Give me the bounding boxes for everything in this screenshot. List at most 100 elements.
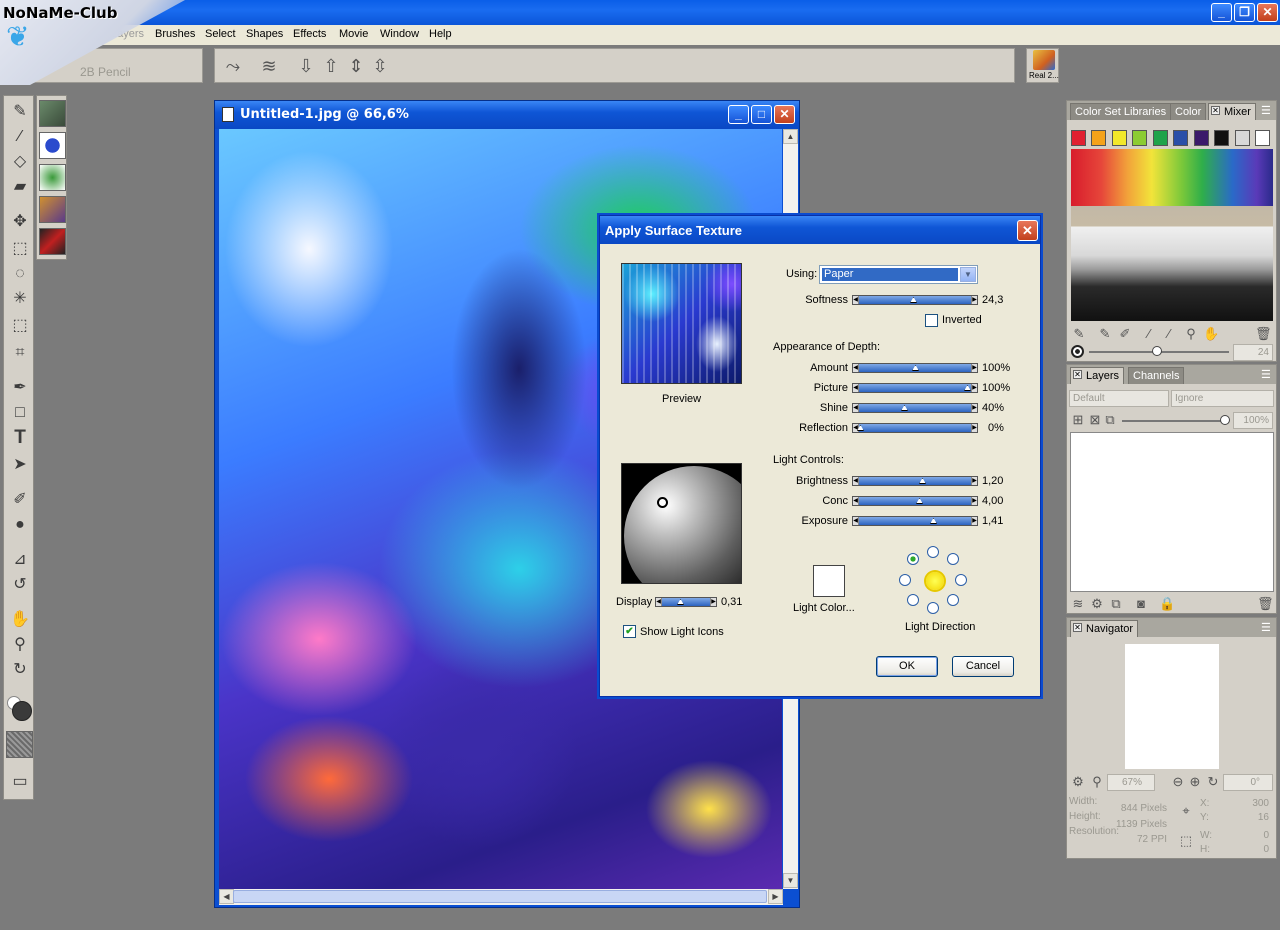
paper-selector[interactable]	[6, 731, 33, 758]
paper-library-selector[interactable]	[39, 100, 66, 127]
layer-adjuster-icon[interactable]: ✥	[9, 211, 31, 233]
slider-left-arrow-icon[interactable]: ◀	[853, 477, 859, 485]
menu-shapes[interactable]: Shapes	[246, 28, 283, 40]
rotate-icon[interactable]: ↻	[1205, 774, 1221, 790]
weaving-selector[interactable]	[39, 196, 66, 223]
cancel-button[interactable]: Cancel	[952, 656, 1014, 677]
slider-left-arrow-icon[interactable]: ◀	[853, 364, 859, 372]
clear-trash-icon[interactable]: 🗑	[1255, 326, 1272, 342]
lock-layer-icon[interactable]: ⧉	[1102, 412, 1118, 428]
sample-color-icon[interactable]: ⁄	[1141, 326, 1157, 342]
menu-select[interactable]: Select	[205, 28, 236, 40]
light-dir-ne[interactable]	[947, 553, 959, 565]
mixer-swatch[interactable]	[1255, 130, 1270, 146]
close-button[interactable]: ✕	[1257, 3, 1278, 22]
slider-right-arrow-icon[interactable]: ▶	[971, 404, 977, 412]
delete-layer-icon[interactable]: 🗑	[1257, 596, 1274, 612]
doc-maximize-button[interactable]: □	[751, 105, 772, 124]
pattern-selector[interactable]	[39, 164, 66, 191]
drop-all-icon[interactable]: ⇕	[345, 55, 367, 77]
shine-slider[interactable]: ◀ ▶	[852, 403, 978, 413]
dialog-close-button[interactable]: ✕	[1017, 220, 1038, 241]
blend-mode-select[interactable]: Default	[1069, 390, 1169, 407]
mixer-swatch[interactable]	[1173, 130, 1188, 146]
crop-tool-icon[interactable]: ⌗	[9, 342, 31, 364]
opacity-thumb[interactable]	[1220, 415, 1230, 425]
pen-tool-icon[interactable]: ✒	[9, 377, 31, 399]
composite-select[interactable]: Ignore	[1171, 390, 1274, 407]
rotate-page-icon[interactable]: ↻	[9, 659, 31, 681]
pan-icon[interactable]: ✋	[1203, 326, 1219, 342]
selection-adjuster-icon[interactable]: ⬚	[9, 315, 31, 337]
brush-name[interactable]: 2B Pencil	[80, 65, 131, 79]
light-dir-n[interactable]	[927, 546, 939, 558]
divine-proportion-icon[interactable]: ⊿	[9, 549, 31, 571]
paint-bucket-icon[interactable]: ◇	[9, 151, 31, 173]
panel-menu-icon[interactable]: ☰	[1261, 621, 1271, 634]
brush-size-field[interactable]: 24	[1233, 344, 1273, 361]
lift-up-icon[interactable]: ⇧	[320, 55, 342, 77]
grabber-hand-icon[interactable]: ✋	[9, 609, 31, 631]
dropper-tool-icon[interactable]: ⁄	[9, 126, 31, 148]
mix-color-icon[interactable]: ✐	[1117, 326, 1133, 342]
light-dir-se[interactable]	[947, 594, 959, 606]
reflection-slider[interactable]: ◀ ▶	[852, 423, 978, 433]
close-tab-icon[interactable]: ✕	[1211, 106, 1220, 115]
light-dir-e[interactable]	[955, 574, 967, 586]
dirty-brush-icon[interactable]: ✎	[1071, 326, 1087, 342]
light-position-handle[interactable]	[657, 497, 668, 508]
scroll-right-icon[interactable]: ▶	[768, 889, 783, 904]
display-slider[interactable]: ◀ ▶	[655, 597, 717, 607]
lock-icon[interactable]: 🔒	[1159, 596, 1175, 612]
show-light-icons-checkbox[interactable]: ✔	[623, 625, 636, 638]
menu-window[interactable]: Window	[380, 28, 419, 40]
minimize-button[interactable]: _	[1211, 3, 1232, 22]
media-library-icon[interactable]: ▭	[9, 771, 31, 793]
light-sphere-preview[interactable]	[621, 463, 742, 584]
tab-color[interactable]: Color	[1170, 103, 1207, 120]
reset-tool-icon[interactable]: ⤳	[222, 55, 244, 77]
softness-slider[interactable]: ◀ ▶	[852, 295, 978, 305]
slider-right-arrow-icon[interactable]: ▶	[971, 424, 977, 432]
navigator-settings-icon[interactable]: ⚙	[1070, 774, 1086, 790]
mirror-painting-icon[interactable]: ↺	[9, 574, 31, 596]
panel-menu-icon[interactable]: ☰	[1261, 104, 1271, 117]
mixer-swatch[interactable]	[1153, 130, 1168, 146]
amount-slider[interactable]: ◀ ▶	[852, 363, 978, 373]
preserve-transparency-icon[interactable]: ⊞	[1070, 412, 1086, 428]
dodge-icon[interactable]: ●	[9, 514, 31, 536]
menu-help[interactable]: Help	[429, 28, 452, 40]
scroll-left-icon[interactable]: ◀	[219, 889, 234, 904]
light-dir-nw[interactable]	[907, 553, 919, 565]
eraser-tool-icon[interactable]: ▰	[9, 176, 31, 198]
drop-down-icon[interactable]: ⇩	[295, 55, 317, 77]
light-color-swatch[interactable]	[813, 565, 845, 597]
zoom-field[interactable]: 67%	[1107, 774, 1155, 791]
mixer-swatch[interactable]	[1132, 130, 1147, 146]
slider-left-arrow-icon[interactable]: ◀	[656, 598, 662, 606]
pencil-icon[interactable]	[1033, 50, 1055, 70]
rectangle-shape-icon[interactable]: □	[9, 402, 31, 424]
slider-left-arrow-icon[interactable]: ◀	[853, 517, 859, 525]
layer-commands-icon[interactable]: ≋	[1070, 596, 1086, 612]
brush-size-thumb[interactable]	[1152, 346, 1162, 356]
brightness-slider[interactable]: ◀ ▶	[852, 476, 978, 486]
zoom-in-icon[interactable]: ⊕	[1187, 774, 1203, 790]
slider-right-arrow-icon[interactable]: ▶	[971, 497, 977, 505]
doc-close-button[interactable]: ✕	[774, 105, 795, 124]
horizontal-scroll-thumb[interactable]	[233, 890, 767, 903]
slider-right-arrow-icon[interactable]: ▶	[971, 364, 977, 372]
layers-list[interactable]	[1070, 432, 1274, 592]
rect-select-icon[interactable]: ⬚	[9, 238, 31, 260]
light-color-button[interactable]: Light Color...	[793, 602, 855, 614]
dynamic-plugins-icon[interactable]: ⚙	[1089, 596, 1105, 612]
light-dir-s[interactable]	[927, 602, 939, 614]
restore-button[interactable]: ❐	[1234, 3, 1255, 22]
layer-mask-icon[interactable]: ◙	[1133, 596, 1149, 612]
chevron-down-icon[interactable]: ▼	[960, 267, 976, 282]
opacity-field[interactable]: 100%	[1233, 412, 1273, 429]
menu-movie[interactable]: Movie	[339, 28, 368, 40]
mixer-swatch[interactable]	[1091, 130, 1106, 146]
inverted-checkbox[interactable]	[925, 314, 938, 327]
picture-slider[interactable]: ◀ ▶	[852, 383, 978, 393]
